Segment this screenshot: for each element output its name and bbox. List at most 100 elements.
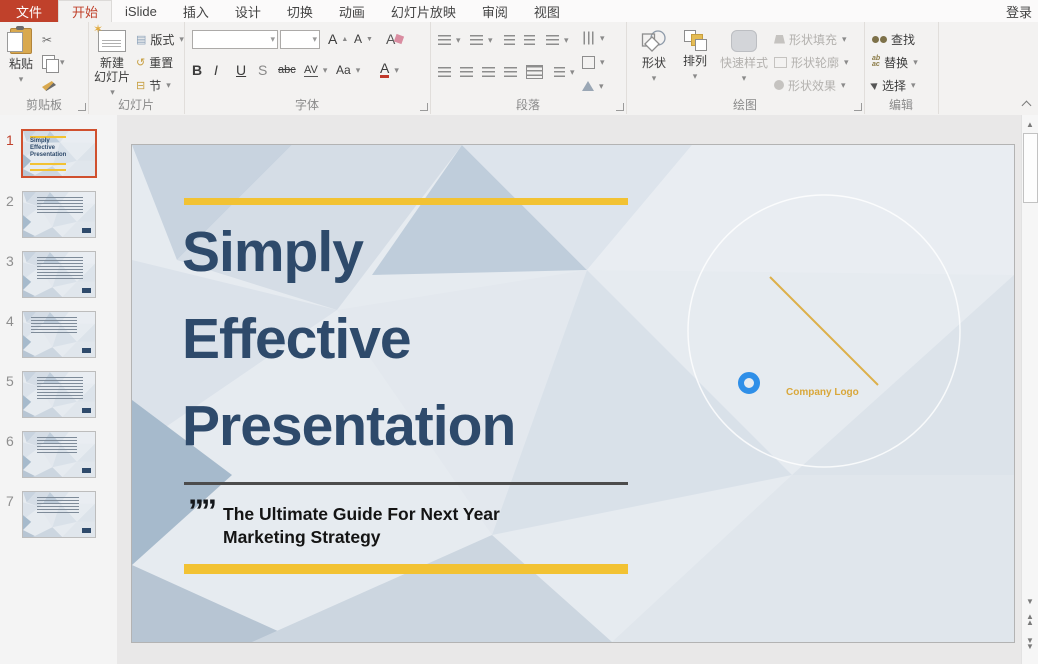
bold-button[interactable]: B bbox=[192, 60, 202, 80]
copy-button[interactable] bbox=[42, 52, 65, 72]
select-label: 选择 bbox=[882, 77, 906, 94]
underline-button[interactable]: U bbox=[236, 60, 246, 80]
title-line-1: Simply bbox=[182, 209, 515, 296]
slide-thumbnail-6[interactable] bbox=[22, 431, 96, 478]
find-button[interactable]: 查找 bbox=[872, 29, 915, 49]
arrange-button[interactable]: 排列 bbox=[678, 30, 712, 83]
grow-font-button[interactable]: A▲ bbox=[328, 29, 348, 49]
align-right-button[interactable] bbox=[482, 62, 495, 82]
strikethrough-button[interactable]: abc bbox=[278, 60, 296, 80]
align-text-button[interactable] bbox=[582, 52, 605, 72]
grow-font-icon: A bbox=[328, 31, 337, 47]
next-slide-button[interactable]: ▼▼ bbox=[1022, 638, 1038, 650]
columns-button[interactable] bbox=[554, 62, 575, 82]
bottom-accent-bar bbox=[184, 564, 628, 574]
replace-button[interactable]: abac 替换 bbox=[872, 52, 918, 72]
font-color-button[interactable]: A bbox=[380, 60, 399, 80]
paragraph-dialog-launcher[interactable] bbox=[616, 103, 624, 111]
format-painter-button[interactable] bbox=[42, 76, 56, 96]
text-direction-button[interactable] bbox=[582, 28, 605, 48]
slide-thumbnail-3[interactable] bbox=[22, 251, 96, 298]
tab-insert[interactable]: 插入 bbox=[170, 0, 222, 22]
drawing-dialog-launcher[interactable] bbox=[854, 103, 862, 111]
decrease-indent-button[interactable] bbox=[504, 30, 515, 50]
character-spacing-button[interactable]: AV bbox=[304, 60, 327, 80]
italic-button[interactable]: I bbox=[214, 60, 218, 80]
cut-icon: ✂ bbox=[42, 33, 52, 47]
slide-thumbnail-7[interactable] bbox=[22, 491, 96, 538]
clipboard-dialog-launcher[interactable] bbox=[78, 103, 86, 111]
top-accent-bar bbox=[184, 198, 628, 205]
thumb-text-block bbox=[37, 377, 83, 399]
tab-file[interactable]: 文件 bbox=[0, 0, 58, 22]
bullets-button[interactable] bbox=[438, 30, 461, 50]
shrink-font-button[interactable]: A▼ bbox=[354, 29, 373, 49]
section-button[interactable]: ⊟ 节 bbox=[136, 75, 171, 95]
tab-animations[interactable]: 动画 bbox=[326, 0, 378, 22]
align-left-button[interactable] bbox=[438, 62, 451, 82]
slide-thumbnail-4[interactable] bbox=[22, 311, 96, 358]
bullets-icon bbox=[438, 35, 451, 45]
scroll-up-arrow[interactable]: ▲ bbox=[1022, 117, 1038, 131]
sign-in-button[interactable]: 登录 bbox=[1000, 0, 1038, 22]
thumb-badge bbox=[82, 468, 91, 473]
distribute-button[interactable] bbox=[526, 62, 543, 82]
distribute-icon bbox=[526, 65, 543, 79]
change-case-button[interactable]: Aa bbox=[336, 60, 360, 80]
shapes-button[interactable]: 形状 bbox=[636, 30, 672, 85]
group-clipboard: 粘贴 ✂ 剪贴板 bbox=[0, 22, 89, 114]
tab-design[interactable]: 设计 bbox=[222, 0, 274, 22]
tab-home[interactable]: 开始 bbox=[58, 0, 112, 22]
ribbon: 粘贴 ✂ 剪贴板 新建 幻灯片 ▤ 版式 ↺ 重置 ⊟ 节 bbox=[0, 22, 1038, 116]
ribbon-tab-bar: 文件 开始 iSlide 插入 设计 切换 动画 幻灯片放映 审阅 视图 登录 bbox=[0, 0, 1038, 22]
slide-thumbnail-2[interactable] bbox=[22, 191, 96, 238]
select-button[interactable]: 选择 bbox=[872, 75, 916, 95]
line-spacing-button[interactable] bbox=[546, 30, 569, 50]
section-label: 节 bbox=[149, 77, 161, 94]
previous-slide-button[interactable]: ▲▲ bbox=[1022, 614, 1038, 626]
font-name-combo[interactable] bbox=[192, 30, 278, 49]
slide-thumbnail-5[interactable] bbox=[22, 371, 96, 418]
new-slide-button[interactable]: 新建 幻灯片 bbox=[92, 30, 132, 99]
quick-styles-button[interactable]: 快速样式 bbox=[718, 30, 770, 85]
numbering-button[interactable] bbox=[470, 30, 493, 50]
slide-subtitle[interactable]: The Ultimate Guide For Next Year Marketi… bbox=[223, 503, 500, 549]
scroll-down-arrow[interactable]: ▼ bbox=[1022, 594, 1038, 608]
shape-effects-button[interactable]: 形状效果 bbox=[774, 75, 846, 95]
slide-canvas[interactable]: Simply Effective Presentation ”” The Ult… bbox=[131, 144, 1015, 643]
tab-transitions[interactable]: 切换 bbox=[274, 0, 326, 22]
quick-styles-label: 快速样式 bbox=[720, 56, 768, 70]
arrange-label: 排列 bbox=[683, 54, 707, 68]
arrange-caret-icon bbox=[693, 68, 698, 83]
shadow-button[interactable]: S bbox=[258, 60, 267, 80]
vertical-scrollbar[interactable]: ▲ ▼ ▲▲ ▼▼ bbox=[1021, 115, 1038, 664]
increase-indent-button[interactable] bbox=[524, 30, 535, 50]
tab-view[interactable]: 视图 bbox=[521, 0, 573, 22]
tab-islide[interactable]: iSlide bbox=[112, 0, 170, 22]
font-size-combo[interactable] bbox=[280, 30, 320, 49]
collapse-ribbon-chevron[interactable] bbox=[1022, 100, 1032, 108]
slide-title[interactable]: Simply Effective Presentation bbox=[182, 209, 515, 470]
tab-slideshow[interactable]: 幻灯片放映 bbox=[378, 0, 469, 22]
justify-button[interactable] bbox=[504, 62, 517, 82]
layout-icon: ▤ bbox=[136, 33, 146, 46]
tab-review[interactable]: 审阅 bbox=[469, 0, 521, 22]
slide-thumbnail-1[interactable]: SimplyEffectivePresentation bbox=[21, 129, 97, 178]
group-editing: 查找 abac 替换 选择 编辑 bbox=[864, 22, 939, 114]
shapes-caret-icon bbox=[652, 70, 657, 85]
cut-button[interactable]: ✂ bbox=[42, 30, 52, 50]
convert-smartart-button[interactable] bbox=[582, 76, 604, 96]
align-center-button[interactable] bbox=[460, 62, 473, 82]
scrollbar-thumb[interactable] bbox=[1023, 133, 1038, 203]
paste-button[interactable]: 粘贴 bbox=[4, 28, 38, 86]
shape-outline-button[interactable]: 形状轮廓 bbox=[774, 52, 849, 72]
align-left-icon bbox=[438, 67, 451, 77]
reset-button[interactable]: ↺ 重置 bbox=[136, 52, 173, 72]
justify-icon bbox=[504, 67, 517, 77]
font-dialog-launcher[interactable] bbox=[420, 103, 428, 111]
shape-fill-button[interactable]: 形状填充 bbox=[774, 29, 847, 49]
align-right-icon bbox=[482, 67, 495, 77]
company-logo-label[interactable]: Company Logo bbox=[786, 387, 859, 398]
layout-button[interactable]: ▤ 版式 bbox=[136, 29, 184, 49]
clear-formatting-button[interactable]: A bbox=[386, 29, 403, 49]
